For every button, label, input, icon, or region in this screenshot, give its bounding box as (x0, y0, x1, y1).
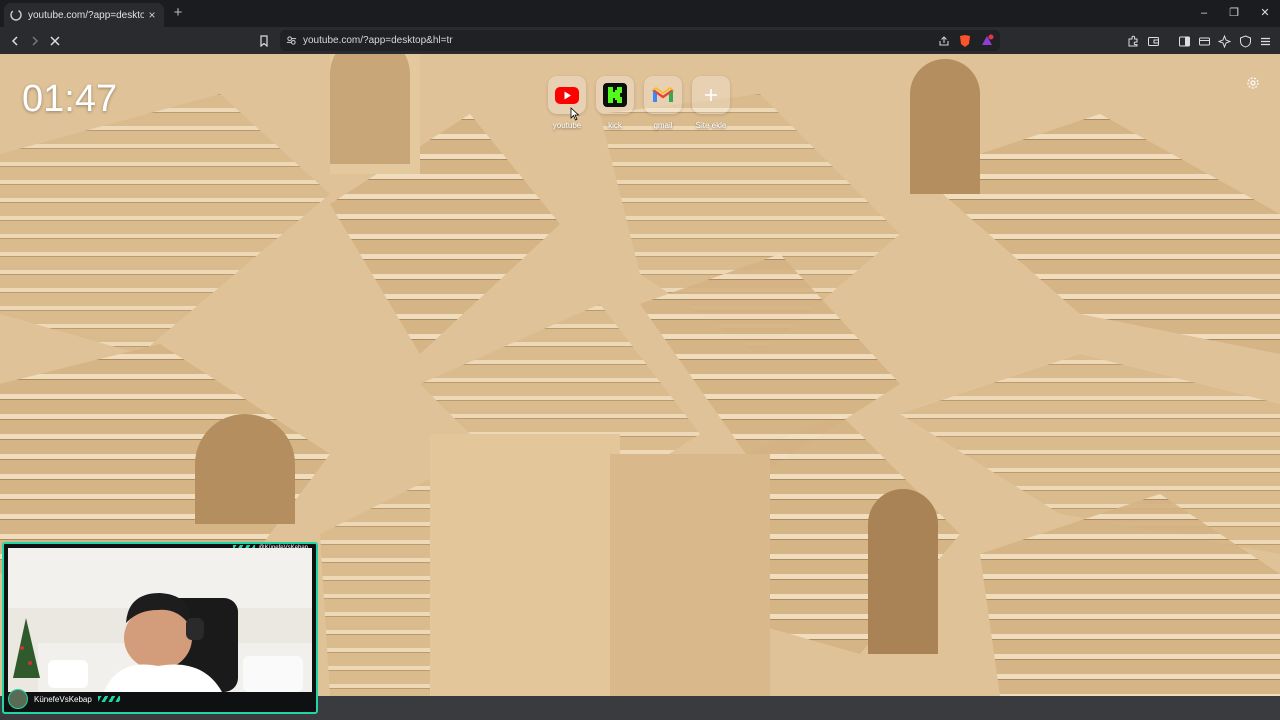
site-tile[interactable] (596, 76, 634, 114)
new-tab-button[interactable]: + (170, 4, 186, 22)
site-label: gmail (653, 121, 673, 130)
decorative-stripes (97, 696, 120, 702)
site-label: youtube (552, 121, 582, 130)
channel-name: KünefeVsKebap (34, 694, 92, 704)
browser-toolbar: youtube.com/?app=desktop&hl=tr (0, 27, 1280, 54)
brave-shields-icon[interactable] (958, 34, 972, 48)
browser-tab[interactable]: youtube.com/?app=desktop&hl × (4, 3, 164, 27)
share-icon[interactable] (938, 35, 950, 47)
address-bar[interactable]: youtube.com/?app=desktop&hl=tr (280, 30, 1000, 51)
sidebar-icon (1178, 36, 1190, 46)
arrow-left-icon (11, 36, 18, 46)
tab-strip: youtube.com/?app=desktop&hl × + – ❐ ✕ (0, 0, 1280, 27)
stop-icon (50, 36, 60, 46)
sparkle-icon (1217, 34, 1231, 48)
extensions-button[interactable] (1123, 31, 1143, 51)
site-tile[interactable] (692, 76, 730, 114)
close-window-button[interactable]: ✕ (1254, 4, 1276, 22)
youtube-icon (555, 86, 579, 104)
card-icon (1198, 37, 1210, 45)
bookmark-button[interactable] (254, 31, 274, 51)
site-label: kick (608, 121, 622, 130)
back-button[interactable] (5, 31, 25, 51)
loading-globe-icon (10, 9, 22, 21)
site-tile[interactable] (548, 76, 586, 114)
top-site-youtube[interactable]: youtube (548, 76, 586, 130)
tab-title: youtube.com/?app=desktop&hl (28, 9, 144, 21)
sidebar-toggle-button[interactable] (1174, 31, 1194, 51)
wallet-button[interactable] (1143, 31, 1163, 51)
webcam-feed (8, 548, 312, 692)
kick-icon (603, 83, 627, 107)
maximize-button[interactable]: ❐ (1223, 4, 1245, 22)
top-site-gmail[interactable]: gmail (644, 76, 682, 130)
url-text[interactable]: youtube.com/?app=desktop&hl=tr (303, 35, 453, 46)
arrow-right-icon (32, 36, 39, 46)
tab-close-icon[interactable]: × (144, 8, 160, 22)
gmail-icon (652, 87, 674, 102)
mouse-cursor-icon (570, 107, 580, 121)
minimize-button[interactable]: – (1193, 4, 1215, 22)
webcam-overlay: @KünefeVsKebap KünefeVsKebap (2, 542, 318, 714)
forward-button[interactable] (25, 31, 45, 51)
main-menu-button[interactable] (1255, 31, 1275, 51)
top-sites: youtube kick gmail Site ekle (548, 76, 730, 130)
brave-wallet-button[interactable] (1194, 31, 1214, 51)
gear-icon[interactable] (1246, 76, 1260, 90)
site-info-icon[interactable] (286, 35, 297, 46)
avatar (8, 689, 28, 709)
wallet-icon (1147, 36, 1159, 46)
plus-icon (705, 89, 717, 101)
leo-ai-button[interactable] (1214, 31, 1234, 51)
hamburger-icon (1260, 37, 1270, 45)
add-site-button[interactable]: Site ekle (692, 76, 730, 130)
streamer-video (8, 548, 312, 692)
clock: 01:47 (22, 78, 118, 120)
shield-icon (1239, 34, 1251, 48)
site-label: Site ekle (695, 121, 727, 130)
top-site-kick[interactable]: kick (596, 76, 634, 130)
streamer-nameplate: KünefeVsKebap (8, 689, 120, 709)
brave-rewards-icon[interactable] (980, 34, 994, 48)
stop-loading-button[interactable] (45, 31, 65, 51)
vpn-button[interactable] (1235, 31, 1255, 51)
puzzle-icon (1128, 35, 1137, 46)
bookmark-icon (260, 35, 268, 47)
site-tile[interactable] (644, 76, 682, 114)
